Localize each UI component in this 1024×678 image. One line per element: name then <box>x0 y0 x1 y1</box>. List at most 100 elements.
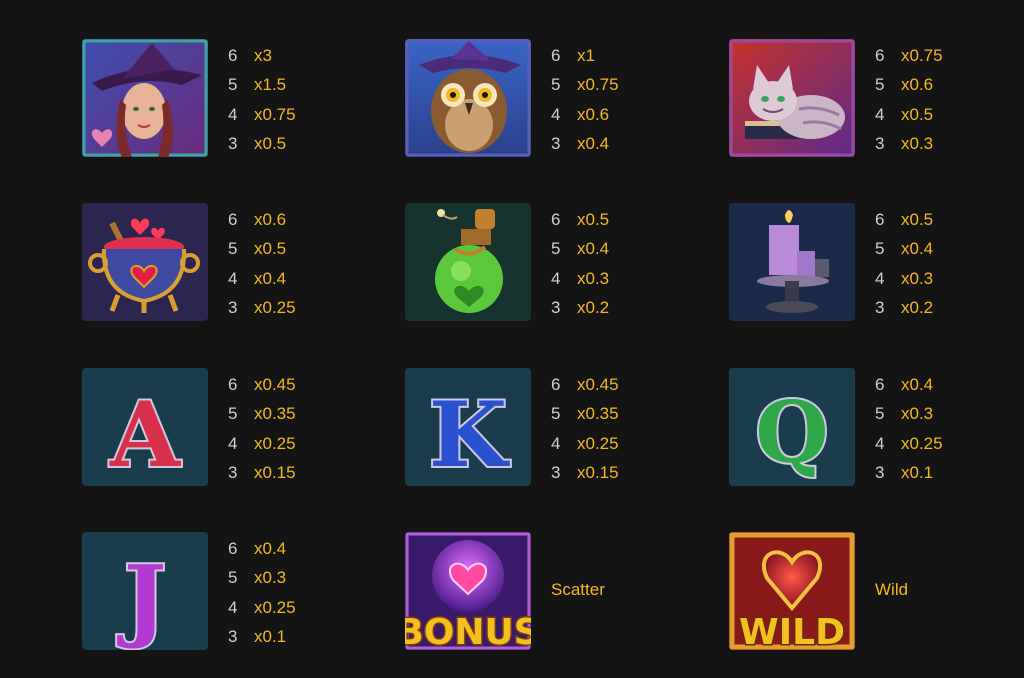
pay-row: 6 x0.6 <box>228 205 296 234</box>
witch-icon <box>82 39 208 157</box>
symbol-wild: WILD Wild <box>729 532 1024 662</box>
svg-text:BONUS: BONUS <box>405 612 531 650</box>
payout-multiplier: x0.1 <box>901 463 934 483</box>
pay-row: 3 x0.3 <box>875 129 943 158</box>
pay-row: 6 x1 <box>551 41 619 70</box>
pay-row: 3 x0.15 <box>551 458 619 487</box>
pay-row: 4 x0.5 <box>875 100 943 129</box>
paytable-candle: 6 x0.5 5 x0.4 4 x0.3 3 x0.2 <box>875 205 933 323</box>
payout-multiplier: x0.3 <box>901 134 934 154</box>
symbol-count: 3 <box>228 298 238 318</box>
payout-multiplier: x0.6 <box>901 75 934 95</box>
letter-a-icon: A <box>82 368 208 486</box>
symbol-count: 3 <box>228 627 238 647</box>
wild-heart-icon: WILD <box>729 532 855 650</box>
pay-row: 3 x0.1 <box>875 458 943 487</box>
symbol-count: 6 <box>228 46 238 65</box>
payout-multiplier: x0.5 <box>254 134 287 154</box>
pay-row: 4 x0.25 <box>875 429 943 458</box>
pay-row: 5 x0.35 <box>551 399 619 428</box>
symbol-ace: A 6 x0.45 5 x0.35 4 x0.25 3 x0.15 <box>82 368 382 498</box>
symbol-count: 3 <box>228 463 238 483</box>
pay-row: 4 x0.3 <box>551 264 609 293</box>
symbol-count: 4 <box>228 104 238 124</box>
pay-row: 3 x0.4 <box>551 129 619 158</box>
symbol-count: 4 <box>551 104 561 124</box>
payout-multiplier: x0.25 <box>901 433 943 453</box>
symbol-jack: J 6 x0.4 5 x0.3 4 x0.25 3 x0.1 <box>82 532 382 662</box>
symbol-count: 6 <box>228 539 238 558</box>
payout-multiplier: x0.15 <box>254 463 296 483</box>
symbol-count: 5 <box>551 75 561 95</box>
payout-multiplier: x0.3 <box>254 568 287 588</box>
payout-multiplier: x0.4 <box>254 539 287 558</box>
symbol-count: 5 <box>228 404 238 424</box>
symbol-count: 4 <box>875 433 885 453</box>
payout-multiplier: x0.5 <box>901 210 934 229</box>
payout-multiplier: x0.4 <box>901 239 934 259</box>
paytable-ace: 6 x0.45 5 x0.35 4 x0.25 3 x0.15 <box>228 370 296 488</box>
pay-row: 4 x0.4 <box>228 264 296 293</box>
pay-row: 4 x0.25 <box>228 429 296 458</box>
symbol-count: 6 <box>228 375 238 394</box>
symbol-count: 5 <box>551 404 561 424</box>
symbol-count: 6 <box>875 375 885 394</box>
payout-multiplier: x0.3 <box>901 268 934 288</box>
pay-row: 4 x0.6 <box>551 100 619 129</box>
payout-multiplier: x0.2 <box>577 298 610 318</box>
payout-multiplier: x3 <box>254 46 272 65</box>
symbol-count: 5 <box>875 404 885 424</box>
pay-row: 6 x0.75 <box>875 41 943 70</box>
pay-row: 5 x0.4 <box>875 234 933 263</box>
symbol-count: 4 <box>228 597 238 617</box>
pay-row: 4 x0.25 <box>551 429 619 458</box>
symbol-count: 5 <box>875 75 885 95</box>
payout-multiplier: x0.15 <box>577 463 619 483</box>
payout-multiplier: x0.3 <box>577 268 610 288</box>
payout-multiplier: x0.6 <box>577 104 610 124</box>
pay-row: 5 x0.3 <box>875 399 943 428</box>
svg-text:Q: Q <box>755 383 828 482</box>
paytable-cauldron: 6 x0.6 5 x0.5 4 x0.4 3 x0.25 <box>228 205 296 323</box>
symbol-potion: 6 x0.5 5 x0.4 4 x0.3 3 x0.2 <box>405 203 705 333</box>
symbol-count: 6 <box>875 46 885 65</box>
symbol-count: 3 <box>551 298 561 318</box>
svg-text:J: J <box>117 546 167 650</box>
pay-row: 6 x0.45 <box>228 370 296 399</box>
payout-multiplier: x0.25 <box>254 298 296 318</box>
pay-row: 3 x0.2 <box>875 293 933 322</box>
symbol-count: 5 <box>228 239 238 259</box>
pay-row: 6 x3 <box>228 41 296 70</box>
symbol-count: 3 <box>551 463 561 483</box>
symbol-cauldron: 6 x0.6 5 x0.5 4 x0.4 3 x0.25 <box>82 203 382 333</box>
payout-multiplier: x0.4 <box>254 268 287 288</box>
letter-q-icon: Q <box>729 368 855 486</box>
pay-row: 6 x0.45 <box>551 370 619 399</box>
symbol-count: 4 <box>551 268 561 288</box>
paytable-witch: 6 x3 5 x1.5 4 x0.75 3 x0.5 <box>228 41 296 159</box>
symbol-cat: 6 x0.75 5 x0.6 4 x0.5 3 x0.3 <box>729 39 1024 169</box>
symbol-count: 4 <box>551 433 561 453</box>
letter-j-icon: J <box>82 532 208 650</box>
pay-row: 4 x0.75 <box>228 100 296 129</box>
symbol-count: 3 <box>875 134 885 154</box>
payout-multiplier: x0.5 <box>577 210 610 229</box>
pay-row: 4 x0.25 <box>228 593 296 622</box>
payout-multiplier: x0.45 <box>254 375 296 394</box>
owl-icon <box>405 39 531 157</box>
cauldron-icon <box>82 203 208 321</box>
symbol-count: 4 <box>228 433 238 453</box>
pay-row: 3 x0.15 <box>228 458 296 487</box>
symbol-count: 5 <box>551 239 561 259</box>
pay-row: 6 x0.5 <box>875 205 933 234</box>
pay-row: 3 x0.25 <box>228 293 296 322</box>
payout-multiplier: x0.3 <box>901 404 934 424</box>
potion-icon <box>405 203 531 321</box>
payout-multiplier: x0.6 <box>254 210 287 229</box>
payout-multiplier: x0.5 <box>254 239 287 259</box>
payout-multiplier: x0.45 <box>577 375 619 394</box>
cat-icon <box>729 39 855 157</box>
pay-row: 3 x0.1 <box>228 622 296 651</box>
symbol-count: 6 <box>551 375 561 394</box>
symbol-count: 4 <box>228 268 238 288</box>
